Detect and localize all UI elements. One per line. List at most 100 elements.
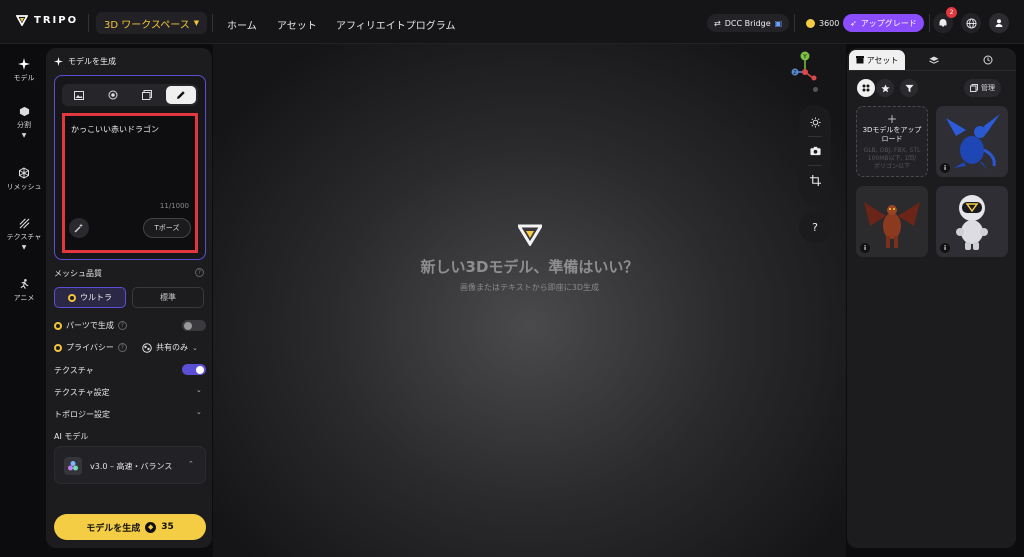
rail-item-animate[interactable]: アニメ xyxy=(0,278,48,303)
top-bar: TRIPO 3D ワークスペース ▼ ホーム アセット アフィリエイトプログラム… xyxy=(0,0,1024,44)
input-mode-tabs xyxy=(62,84,198,106)
help-icon[interactable]: ? xyxy=(195,268,204,277)
assets-panel: アセット 管理 + 3Dモデルをアップロード GLB, OBJ, FBX, ST… xyxy=(847,48,1016,548)
parts-toggle[interactable] xyxy=(182,320,206,331)
rail-item-remesh[interactable]: リメッシュ xyxy=(0,167,48,192)
rail-item-split[interactable]: 分割 ▼ xyxy=(0,106,48,139)
tab-history[interactable] xyxy=(973,50,1003,70)
mesh-icon xyxy=(19,167,29,179)
rail-item-model[interactable]: モデル xyxy=(0,58,48,83)
asset-thumbnail[interactable]: i xyxy=(936,186,1008,257)
grid-view-button[interactable] xyxy=(857,79,875,97)
generate-cost: 35 xyxy=(161,522,174,532)
divider xyxy=(88,14,89,32)
dcc-bridge-button[interactable]: ⇄ DCC Bridge ▣ xyxy=(707,14,790,32)
viewport-toolbar xyxy=(799,105,831,204)
caret-down-icon: ▼ xyxy=(193,19,200,27)
ai-model-selector[interactable]: v3.0 – 高速・バランス ⌃ xyxy=(54,446,206,484)
help-button[interactable]: ? xyxy=(799,211,831,243)
tab-layers[interactable] xyxy=(919,50,949,70)
divider xyxy=(212,14,213,32)
filter-button[interactable] xyxy=(900,79,918,97)
brand-logo[interactable]: TRIPO xyxy=(16,14,78,26)
manage-label: 管理 xyxy=(981,84,995,92)
prompt-textarea[interactable]: かっこいい赤いドラゴン 11/1000 Tポーズ xyxy=(62,113,198,253)
divider xyxy=(929,14,930,32)
radio-icon xyxy=(54,321,62,330)
help-icon[interactable]: ? xyxy=(117,343,127,352)
notification-button[interactable]: 2 xyxy=(933,7,957,33)
run-icon xyxy=(20,279,28,289)
brand-name: TRIPO xyxy=(34,14,79,26)
texture-icon xyxy=(19,218,29,229)
info-icon[interactable]: i xyxy=(940,243,950,253)
upload-formats: GLB, OBJ, FBX, STL xyxy=(863,147,921,154)
privacy-row: プライバシー ? xyxy=(54,342,127,353)
generate-model-button[interactable]: モデルを生成 ◆ 35 xyxy=(54,514,206,540)
asset-thumbnail[interactable]: i xyxy=(856,186,928,257)
account-button[interactable] xyxy=(989,13,1009,33)
quality-ultra-button[interactable]: ウルトラ xyxy=(54,287,126,308)
upload-title: 3Dモデルをアップロード xyxy=(862,126,922,143)
upload-tile[interactable]: + 3Dモデルをアップロード GLB, OBJ, FBX, STL 100MB以… xyxy=(856,106,928,177)
star-icon xyxy=(880,83,890,92)
tripo-logo-icon xyxy=(16,15,28,26)
hero-title: 新しい3Dモデル、準備はいい？ xyxy=(420,258,639,276)
target-icon xyxy=(108,90,118,100)
lighting-button[interactable] xyxy=(799,111,831,133)
texture-toggle[interactable] xyxy=(182,364,206,375)
crop-button[interactable] xyxy=(799,169,831,191)
tpose-button[interactable]: Tポーズ xyxy=(143,218,191,238)
chevron-down-icon: ⌄ xyxy=(192,343,198,352)
asset-thumbnail[interactable]: i xyxy=(936,106,1008,177)
rail-item-texture[interactable]: テクスチャ ▼ xyxy=(0,218,48,251)
copy-icon xyxy=(970,84,978,92)
tab-gallery[interactable] xyxy=(132,86,162,104)
favorites-button[interactable] xyxy=(876,79,894,97)
nav-assets[interactable]: アセット xyxy=(277,17,317,32)
texture-settings-label[interactable]: テクスチャ設定 xyxy=(54,387,110,398)
info-icon[interactable]: i xyxy=(860,243,870,253)
help-icon[interactable]: ? xyxy=(117,321,127,330)
language-button[interactable] xyxy=(961,13,981,33)
tab-text[interactable] xyxy=(166,86,196,104)
axis-gizmo[interactable]: Y Z xyxy=(790,50,820,82)
manage-button[interactable]: 管理 xyxy=(964,79,1001,97)
mesh-quality-label: メッシュ品質 xyxy=(54,269,102,278)
tab-multiview[interactable] xyxy=(98,86,128,104)
tab-assets[interactable]: アセット xyxy=(849,50,905,70)
download-badge-icon: ▣ xyxy=(774,18,783,28)
chevron-up-icon: ⌃ xyxy=(188,460,194,468)
rail-label-animate: アニメ xyxy=(13,294,35,302)
grid-icon xyxy=(862,84,870,92)
notification-badge: 2 xyxy=(946,7,957,18)
screenshot-button[interactable] xyxy=(799,140,831,162)
nav-affiliate[interactable]: アフィリエイトプログラム xyxy=(336,17,456,32)
enhance-prompt-button[interactable] xyxy=(69,218,89,238)
model-logo-icon xyxy=(64,457,82,475)
chevron-down-icon[interactable]: ⌄ xyxy=(196,408,202,416)
prompt-text[interactable]: かっこいい赤いドラゴン xyxy=(71,124,159,135)
filter-icon xyxy=(904,84,914,92)
privacy-dropdown[interactable]: 共有のみ ⌄ xyxy=(142,342,198,353)
history-icon xyxy=(983,55,993,65)
nav-home[interactable]: ホーム xyxy=(227,17,257,32)
3d-viewport[interactable]: 新しい3Dモデル、準備はいい？ 画像またはテキストから即座に3D生成 Y Z ? xyxy=(213,44,846,557)
chevron-down-icon[interactable]: ⌄ xyxy=(196,386,202,394)
plus-icon: + xyxy=(886,112,898,126)
credits-value: 3600 xyxy=(819,18,840,28)
axis-y-label: Y xyxy=(802,54,807,61)
credits-display[interactable]: 3600 xyxy=(799,14,846,32)
workspace-dropdown[interactable]: 3D ワークスペース ▼ xyxy=(96,12,208,34)
info-icon[interactable]: i xyxy=(940,163,950,173)
upgrade-button[interactable]: ➶ アップグレード xyxy=(843,14,924,32)
dcc-bridge-label: DCC Bridge xyxy=(724,18,771,28)
divider xyxy=(808,136,822,137)
layers-icon xyxy=(929,56,939,64)
quality-standard-button[interactable]: 標準 xyxy=(132,287,204,308)
box-icon xyxy=(855,56,864,64)
upload-limit: 100MB以下, 1回/ xyxy=(867,155,917,162)
tab-image[interactable] xyxy=(64,86,94,104)
topology-settings-label[interactable]: トポロジー設定 xyxy=(54,409,110,420)
divider xyxy=(808,165,822,166)
